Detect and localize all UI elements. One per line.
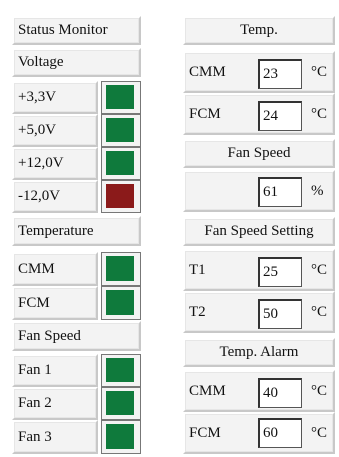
fan-speed-header: Fan Speed (18, 327, 81, 344)
voltage-header-cell: Voltage (12, 48, 141, 77)
alarm-row-label: FCM (189, 424, 221, 441)
status-indicator (101, 354, 141, 387)
fan-speed-setting-header: Fan Speed Setting (204, 223, 314, 239)
temp-unit: °C (311, 382, 328, 399)
temperature-label: CMM (18, 260, 55, 277)
fan-speed-header-cell: Fan Speed (12, 321, 141, 351)
temperature-header-cell: Temperature (12, 216, 141, 246)
fan-speed-field[interactable]: 61 (258, 177, 302, 207)
temp-unit: °C (311, 424, 328, 441)
temperature-header: Temperature (18, 222, 94, 239)
fan-row-3: Fan 3 (12, 420, 98, 454)
voltage-label: +12,0V (18, 155, 64, 171)
t1-field[interactable]: 25 (258, 257, 302, 287)
fan-label: Fan 3 (18, 428, 52, 445)
alarm-row-fcm: FCM 60 °C (183, 412, 335, 454)
status-led (106, 151, 134, 175)
fan-speed-readout-header: Fan Speed (227, 145, 291, 161)
alarm-row-cmm: CMM 40 °C (183, 370, 335, 412)
status-led (106, 424, 134, 449)
temperature-row-cmm: CMM (12, 252, 98, 286)
fan-row-1: Fan 1 (12, 354, 98, 387)
fan-speed-readout-header-cell: Fan Speed (183, 139, 335, 168)
setting-row-t1: T1 25 °C (183, 249, 335, 291)
temp-row-label: FCM (189, 105, 221, 122)
status-led (106, 184, 134, 208)
temp-cmm-field[interactable]: 23 (258, 59, 302, 89)
percent-unit: % (311, 182, 324, 199)
temp-row-cmm: CMM 23 °C (183, 51, 335, 93)
temp-alarm-header-cell: Temp. Alarm (183, 338, 335, 367)
alarm-fcm-field[interactable]: 60 (258, 418, 302, 448)
temp-alarm-header: Temp. Alarm (219, 344, 299, 360)
temp-unit: °C (311, 63, 328, 80)
status-indicator (101, 114, 141, 147)
temp-unit: °C (311, 303, 328, 320)
voltage-header: Voltage (18, 54, 64, 70)
voltage-row-5v0: +5,0V (12, 114, 98, 147)
temp-header: Temp. (240, 22, 278, 38)
status-indicator (101, 81, 141, 114)
setting-row-label: T1 (189, 261, 206, 278)
fan-speed-readout-row: 61 % (183, 170, 335, 212)
setting-row-t2: T2 50 °C (183, 291, 335, 333)
voltage-row-12v0: +12,0V (12, 147, 98, 180)
status-indicator (101, 387, 141, 420)
alarm-row-label: CMM (189, 382, 226, 399)
voltage-label: +5,0V (18, 122, 57, 138)
temp-unit: °C (311, 105, 328, 122)
temp-unit: °C (311, 261, 328, 278)
status-monitor-title-cell: Status Monitor (12, 16, 141, 45)
fan-row-2: Fan 2 (12, 387, 98, 420)
status-indicator (101, 420, 141, 454)
status-indicator (101, 147, 141, 180)
fan-label: Fan 2 (18, 395, 52, 411)
status-led (106, 85, 134, 109)
t2-field[interactable]: 50 (258, 299, 302, 329)
temp-row-fcm: FCM 24 °C (183, 93, 335, 135)
status-led (106, 290, 134, 315)
fan-label: Fan 1 (18, 362, 52, 378)
status-led (106, 256, 134, 281)
voltage-label: -12,0V (18, 188, 61, 204)
temperature-row-fcm: FCM (12, 286, 98, 320)
status-indicator (101, 180, 141, 213)
voltage-row-neg12v0: -12,0V (12, 180, 98, 213)
temp-fcm-field[interactable]: 24 (258, 101, 302, 131)
alarm-cmm-field[interactable]: 40 (258, 378, 302, 408)
status-monitor-title: Status Monitor (18, 22, 108, 38)
status-led (106, 391, 134, 415)
status-led (106, 118, 134, 142)
voltage-label: +3,3V (18, 89, 57, 105)
status-indicator (101, 252, 141, 286)
temperature-label: FCM (18, 294, 50, 311)
fan-speed-setting-header-cell: Fan Speed Setting (183, 217, 335, 246)
temp-row-label: CMM (189, 63, 226, 80)
temp-header-cell: Temp. (183, 16, 335, 45)
status-led (106, 358, 134, 382)
setting-row-label: T2 (189, 303, 206, 320)
voltage-row-3v3: +3,3V (12, 81, 98, 114)
status-indicator (101, 286, 141, 320)
